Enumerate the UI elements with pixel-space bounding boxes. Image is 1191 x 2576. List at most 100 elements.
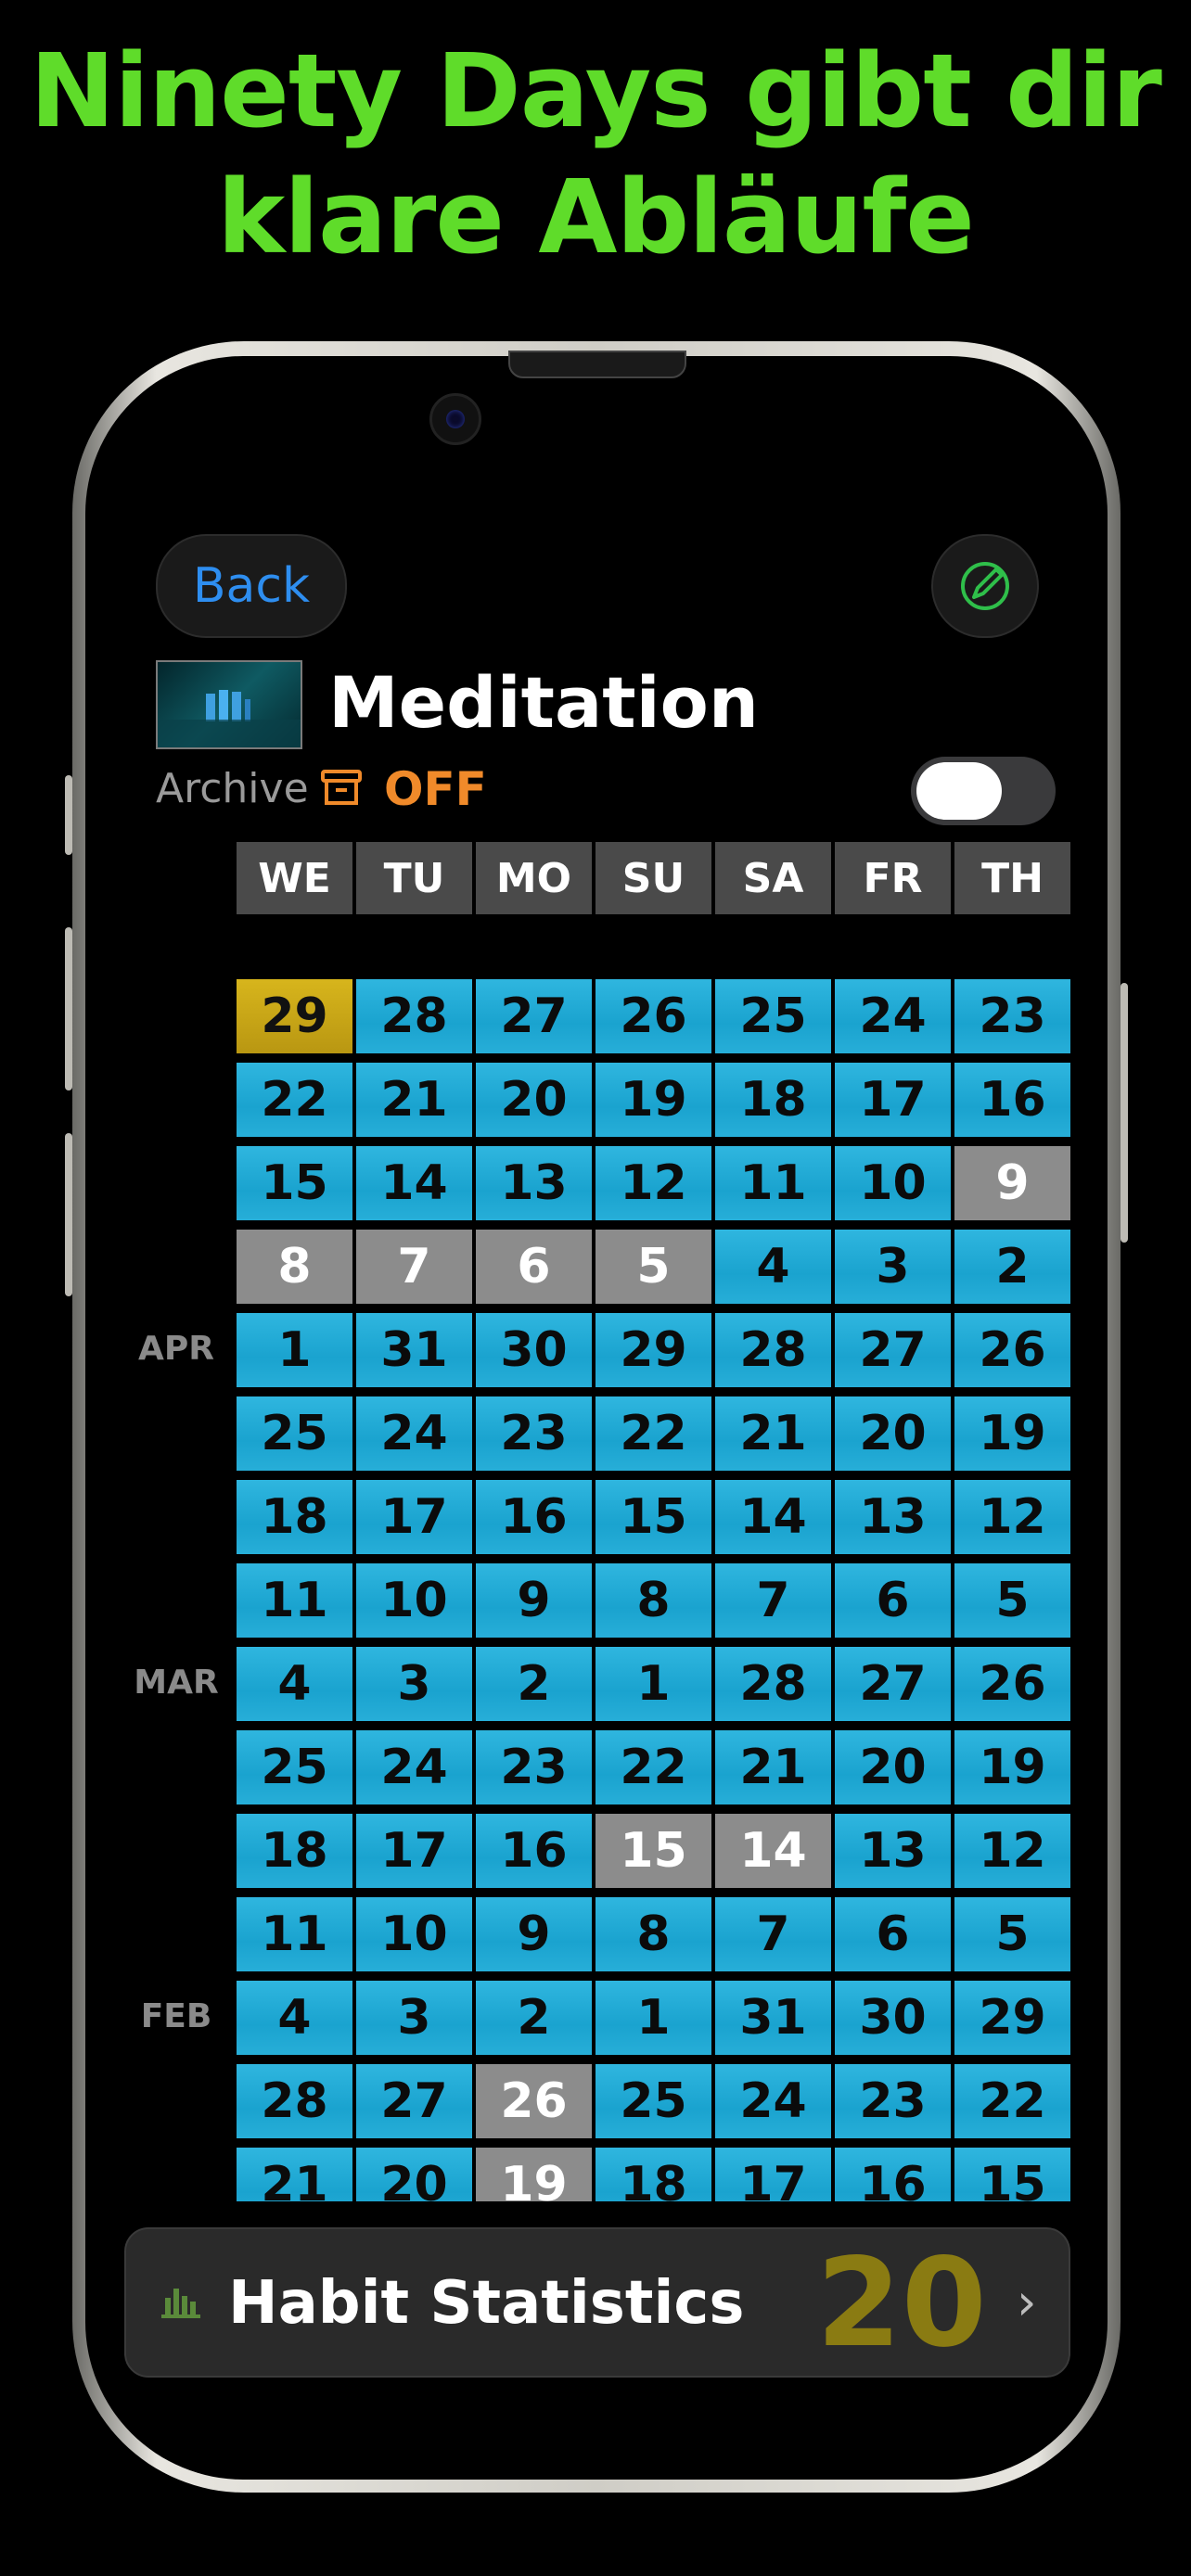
calendar-day-cell[interactable]: 25 [715,979,831,1053]
calendar-day-cell[interactable]: 28 [356,979,472,1053]
calendar-day-cell[interactable]: 1 [596,1647,711,1721]
habit-statistics-button[interactable]: Habit Statistics 20 › [124,2227,1070,2378]
edit-button[interactable] [931,534,1039,638]
calendar-grid[interactable]: 29 28 27 26 25 24 23 22 21 20 19 18 17 16 15 14 13 12 11 10… [130,974,1076,2201]
calendar-day-cell[interactable]: 27 [476,979,592,1053]
calendar-day-cell[interactable]: 18 [715,1063,831,1137]
calendar-day-cell[interactable]: 4 [237,1981,352,2055]
calendar-day-cell[interactable]: 6 [835,1563,951,1638]
calendar-day-cell[interactable]: 13 [476,1146,592,1220]
calendar-day-cell[interactable]: 17 [835,1063,951,1137]
calendar-day-cell[interactable]: 14 [715,1480,831,1554]
calendar-day-cell[interactable]: 29 [954,1981,1070,2055]
calendar-day-cell[interactable]: 22 [596,1396,711,1471]
calendar-day-cell[interactable]: 9 [954,1146,1070,1220]
calendar-day-cell[interactable]: 21 [237,2148,352,2201]
calendar-day-cell[interactable]: 5 [596,1230,711,1304]
calendar-day-cell[interactable]: 12 [954,1480,1070,1554]
calendar-day-cell[interactable]: 21 [356,1063,472,1137]
calendar-day-cell[interactable]: 26 [596,979,711,1053]
calendar-day-cell[interactable]: 27 [356,2064,472,2138]
calendar-day-cell[interactable]: 29 [596,1313,711,1387]
calendar-day-cell[interactable]: 8 [237,1230,352,1304]
calendar-day-cell[interactable]: 15 [237,1146,352,1220]
calendar-day-cell[interactable]: 25 [237,1730,352,1804]
calendar-day-cell[interactable]: 10 [356,1897,472,1971]
calendar-day-cell[interactable]: 7 [715,1563,831,1638]
calendar-day-cell[interactable]: 10 [835,1146,951,1220]
calendar-day-cell[interactable]: 28 [237,2064,352,2138]
calendar-day-cell[interactable]: 14 [715,1814,831,1888]
calendar-day-cell[interactable]: 11 [237,1563,352,1638]
calendar-day-cell[interactable]: 8 [596,1897,711,1971]
calendar-day-cell[interactable]: 3 [356,1981,472,2055]
calendar-day-cell[interactable]: 21 [715,1396,831,1471]
calendar-day-cell[interactable]: 24 [835,979,951,1053]
calendar-day-cell[interactable]: 3 [835,1230,951,1304]
calendar-day-cell[interactable]: 24 [356,1730,472,1804]
calendar-day-cell[interactable]: 16 [476,1480,592,1554]
calendar-day-cell[interactable]: 19 [476,2148,592,2201]
back-button[interactable]: Back [156,534,347,638]
calendar-day-cell[interactable]: 23 [476,1396,592,1471]
calendar-day-cell[interactable]: 6 [835,1897,951,1971]
calendar-day-cell[interactable]: 16 [954,1063,1070,1137]
calendar-day-cell[interactable]: 28 [715,1313,831,1387]
calendar-day-cell[interactable]: 21 [715,1730,831,1804]
calendar-day-cell[interactable]: 20 [835,1730,951,1804]
calendar-day-cell[interactable]: 3 [356,1647,472,1721]
calendar-day-cell[interactable]: 1 [596,1981,711,2055]
calendar-day-cell[interactable]: 16 [476,1814,592,1888]
calendar-day-cell[interactable]: 24 [715,2064,831,2138]
calendar-day-cell[interactable]: 12 [596,1146,711,1220]
calendar-day-cell[interactable]: 18 [237,1480,352,1554]
calendar-day-cell[interactable]: 18 [596,2148,711,2201]
calendar-day-cell[interactable]: 5 [954,1563,1070,1638]
calendar-day-cell[interactable]: 15 [954,2148,1070,2201]
calendar-day-cell[interactable]: 26 [954,1647,1070,1721]
calendar-day-cell[interactable]: 27 [835,1313,951,1387]
calendar-day-cell[interactable]: 7 [356,1230,472,1304]
calendar-day-cell[interactable]: 23 [476,1730,592,1804]
calendar-day-cell[interactable]: 11 [715,1146,831,1220]
calendar-day-cell[interactable]: 23 [954,979,1070,1053]
calendar-day-cell[interactable]: 19 [954,1396,1070,1471]
calendar-day-cell[interactable]: 22 [954,2064,1070,2138]
calendar-day-cell[interactable]: 17 [715,2148,831,2201]
calendar-day-cell[interactable]: 2 [476,1647,592,1721]
calendar-day-cell[interactable]: 8 [596,1563,711,1638]
calendar-day-cell[interactable]: 25 [237,1396,352,1471]
calendar-day-cell[interactable]: 22 [237,1063,352,1137]
calendar-day-cell[interactable]: 24 [356,1396,472,1471]
calendar-day-cell[interactable]: 30 [835,1981,951,2055]
calendar-day-cell[interactable]: 13 [835,1480,951,1554]
calendar-day-cell[interactable]: 20 [476,1063,592,1137]
calendar-day-cell[interactable]: 11 [237,1897,352,1971]
calendar-day-cell[interactable]: 19 [596,1063,711,1137]
calendar-day-cell[interactable]: 13 [835,1814,951,1888]
calendar-day-cell[interactable]: 17 [356,1480,472,1554]
calendar-day-cell[interactable]: 4 [237,1647,352,1721]
calendar-day-cell[interactable]: 20 [835,1396,951,1471]
calendar-day-cell[interactable]: 9 [476,1563,592,1638]
calendar-day-cell[interactable]: 1 [237,1313,352,1387]
calendar-day-cell[interactable]: 26 [476,2064,592,2138]
calendar-day-cell[interactable]: 19 [954,1730,1070,1804]
calendar-day-cell[interactable]: 25 [596,2064,711,2138]
calendar-day-cell[interactable]: 14 [356,1146,472,1220]
calendar-day-cell[interactable]: 26 [954,1313,1070,1387]
calendar-day-cell[interactable]: 4 [715,1230,831,1304]
calendar-day-cell[interactable]: 2 [476,1981,592,2055]
calendar-day-cell[interactable]: 31 [715,1981,831,2055]
calendar-day-cell[interactable]: 6 [476,1230,592,1304]
calendar-day-cell[interactable]: 29 [237,979,352,1053]
calendar-day-cell[interactable]: 5 [954,1897,1070,1971]
calendar-day-cell[interactable]: 17 [356,1814,472,1888]
calendar-day-cell[interactable]: 22 [596,1730,711,1804]
calendar-day-cell[interactable]: 18 [237,1814,352,1888]
calendar-day-cell[interactable]: 2 [954,1230,1070,1304]
calendar-day-cell[interactable]: 12 [954,1814,1070,1888]
calendar-day-cell[interactable]: 15 [596,1814,711,1888]
calendar-day-cell[interactable]: 28 [715,1647,831,1721]
calendar-day-cell[interactable]: 15 [596,1480,711,1554]
